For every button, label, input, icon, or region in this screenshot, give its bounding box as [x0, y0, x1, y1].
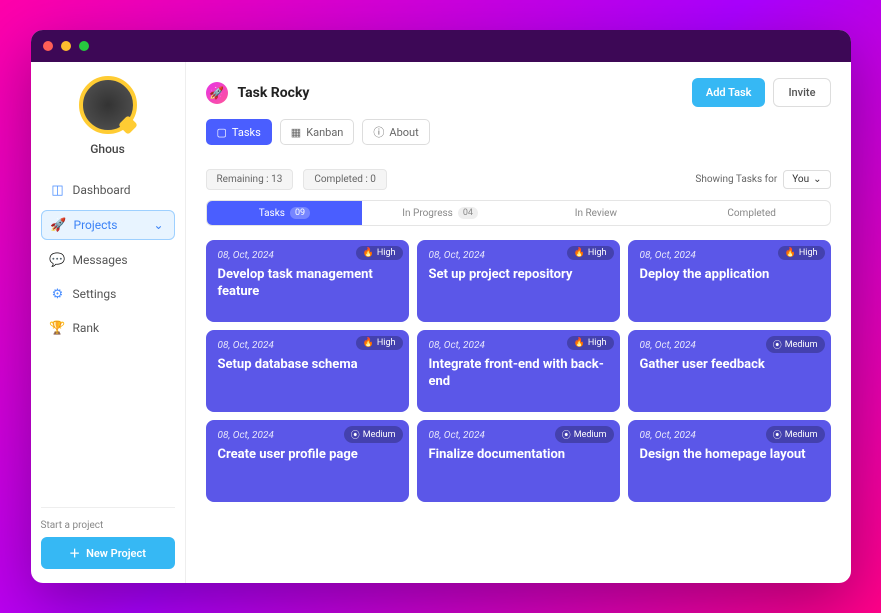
tab-about[interactable]: ⓘ About: [362, 119, 429, 145]
task-title: Finalize documentation: [429, 447, 608, 464]
task-card[interactable]: 🔥High08, Oct, 2024Setup database schema: [206, 330, 409, 412]
info-icon: ⓘ: [373, 124, 384, 140]
tab-label: Kanban: [306, 126, 343, 139]
sidebar-item-rank[interactable]: 🏆 Rank: [41, 314, 175, 342]
remaining-pill: Remaining : 13: [206, 169, 294, 190]
task-card[interactable]: 🔥High08, Oct, 2024Deploy the application: [628, 240, 831, 322]
user-filter-select[interactable]: You ⌄: [783, 170, 830, 189]
tab-tasks[interactable]: ▢ Tasks: [206, 119, 272, 145]
task-date: 08, Oct, 2024: [218, 340, 397, 351]
task-title: Design the homepage layout: [640, 447, 819, 464]
trophy-icon: 🏆: [51, 321, 65, 335]
task-date: 08, Oct, 2024: [218, 430, 397, 441]
sidebar-item-dashboard[interactable]: ◫ Dashboard: [41, 176, 175, 204]
task-date: 08, Oct, 2024: [218, 250, 397, 261]
kanban-icon: ▦: [291, 126, 301, 139]
task-card[interactable]: 🔥High08, Oct, 2024Develop task managemen…: [206, 240, 409, 322]
sidebar-item-label: Projects: [74, 218, 118, 232]
task-date: 08, Oct, 2024: [640, 340, 819, 351]
new-project-button[interactable]: ＋ New Project: [41, 537, 175, 569]
view-tabs: ▢ Tasks ▦ Kanban ⓘ About: [206, 119, 831, 145]
rocket-icon: 🚀: [52, 218, 66, 232]
nav: ◫ Dashboard 🚀 Projects ⌄ 💬 Messages ⚙ Se…: [41, 176, 175, 342]
task-card[interactable]: 🔥High08, Oct, 2024Integrate front-end wi…: [417, 330, 620, 412]
sidebar-item-projects[interactable]: 🚀 Projects ⌄: [41, 210, 175, 240]
stats-row: Remaining : 13 Completed : 0 Showing Tas…: [206, 169, 831, 190]
header-row: 🚀 Task Rocky Add Task Invite: [206, 78, 831, 107]
close-icon[interactable]: [43, 41, 53, 51]
avatar[interactable]: [79, 76, 137, 134]
task-title: Set up project repository: [429, 267, 608, 284]
dashboard-icon: ◫: [51, 183, 65, 197]
task-card[interactable]: 🔥High08, Oct, 2024Set up project reposit…: [417, 240, 620, 322]
task-title: Deploy the application: [640, 267, 819, 284]
sidebar-item-settings[interactable]: ⚙ Settings: [41, 280, 175, 308]
task-card[interactable]: ⦿Medium08, Oct, 2024Gather user feedback: [628, 330, 831, 412]
sidebar-item-messages[interactable]: 💬 Messages: [41, 246, 175, 274]
task-title: Setup database schema: [218, 357, 397, 374]
sidebar-item-label: Dashboard: [73, 183, 131, 197]
add-task-button[interactable]: Add Task: [692, 78, 766, 107]
chevron-down-icon: ⌄: [813, 174, 821, 185]
tab-label: Tasks: [232, 126, 261, 139]
tab-label: About: [389, 126, 418, 139]
status-tab-inprogress[interactable]: In Progress 04: [362, 201, 518, 225]
completed-pill: Completed : 0: [303, 169, 387, 190]
tab-kanban[interactable]: ▦ Kanban: [280, 119, 355, 145]
task-cards-grid: 🔥High08, Oct, 2024Develop task managemen…: [206, 240, 831, 502]
plus-icon: ＋: [69, 545, 80, 561]
chat-icon: 💬: [51, 253, 65, 267]
chevron-down-icon: ⌄: [153, 218, 163, 232]
new-project-label: New Project: [86, 547, 146, 560]
rocket-icon: 🚀: [206, 82, 228, 104]
task-card[interactable]: ⦿Medium08, Oct, 2024Design the homepage …: [628, 420, 831, 502]
app-window: Ghous ◫ Dashboard 🚀 Projects ⌄ 💬 Message…: [31, 30, 851, 583]
task-date: 08, Oct, 2024: [429, 340, 608, 351]
count-badge: 09: [290, 207, 310, 219]
gear-icon: ⚙: [51, 287, 65, 301]
task-date: 08, Oct, 2024: [640, 430, 819, 441]
task-card[interactable]: ⦿Medium08, Oct, 2024Finalize documentati…: [417, 420, 620, 502]
task-title: Develop task management feature: [218, 267, 397, 301]
task-date: 08, Oct, 2024: [640, 250, 819, 261]
sidebar-item-label: Settings: [73, 287, 117, 301]
project-title: Task Rocky: [238, 85, 310, 101]
task-card[interactable]: ⦿Medium08, Oct, 2024Create user profile …: [206, 420, 409, 502]
status-tabs: Tasks 09 In Progress 04 In Review Comple…: [206, 200, 831, 226]
status-tab-completed[interactable]: Completed: [674, 201, 830, 225]
maximize-icon[interactable]: [79, 41, 89, 51]
username: Ghous: [90, 142, 125, 156]
sidebar: Ghous ◫ Dashboard 🚀 Projects ⌄ 💬 Message…: [31, 62, 186, 583]
invite-button[interactable]: Invite: [773, 78, 830, 107]
status-tab-inreview[interactable]: In Review: [518, 201, 674, 225]
task-title: Integrate front-end with back-end: [429, 357, 608, 391]
main-content: 🚀 Task Rocky Add Task Invite ▢ Tasks ▦ K…: [186, 62, 851, 583]
task-title: Create user profile page: [218, 447, 397, 464]
folder-icon: ▢: [217, 126, 227, 139]
task-title: Gather user feedback: [640, 357, 819, 374]
start-project-label: Start a project: [41, 520, 175, 531]
minimize-icon[interactable]: [61, 41, 71, 51]
showing-label: Showing Tasks for: [695, 174, 777, 185]
sidebar-item-label: Rank: [73, 321, 100, 335]
count-badge: 04: [458, 207, 478, 219]
status-tab-tasks[interactable]: Tasks 09: [207, 201, 363, 225]
sidebar-item-label: Messages: [73, 253, 128, 267]
titlebar: [31, 30, 851, 62]
task-date: 08, Oct, 2024: [429, 250, 608, 261]
task-date: 08, Oct, 2024: [429, 430, 608, 441]
